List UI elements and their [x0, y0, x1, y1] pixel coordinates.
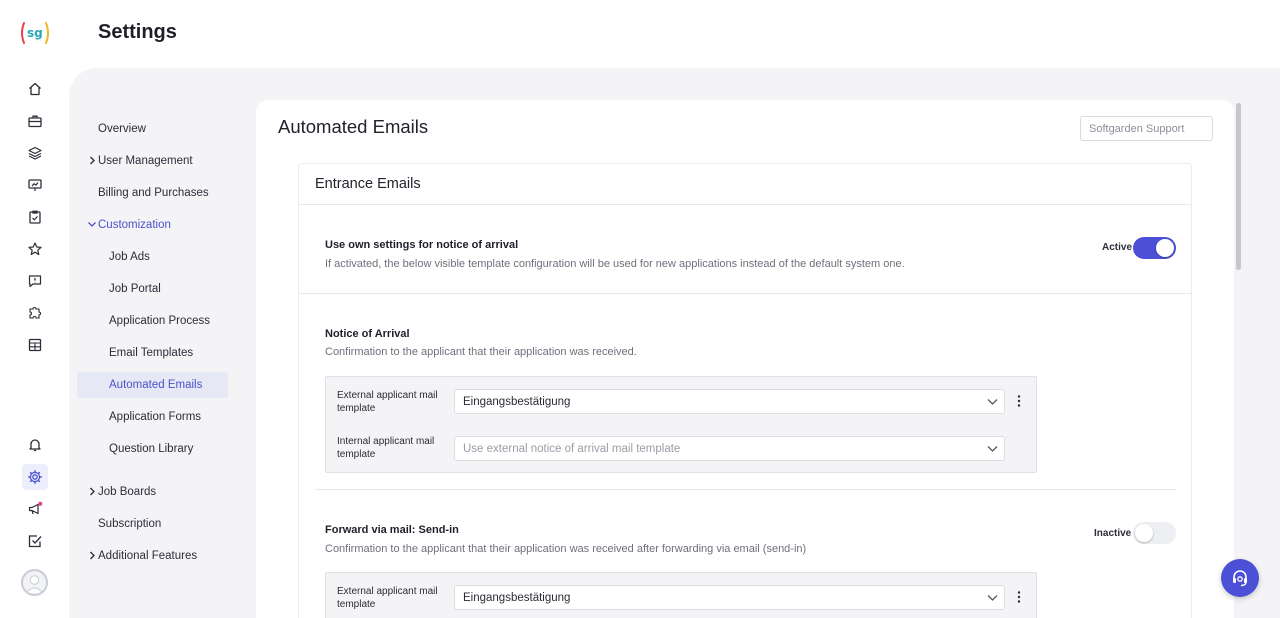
toggle-status-label: Inactive [1094, 528, 1132, 539]
nav-item-overview[interactable]: Overview [77, 116, 228, 142]
nav-item-label: Overview [98, 123, 146, 135]
nav-item-email-templates[interactable]: Email Templates [77, 340, 228, 366]
scrollbar-thumb[interactable] [1236, 103, 1241, 270]
forward-via-mail-description: Confirmation to the applicant that their… [325, 543, 807, 555]
more-options-icon[interactable] [1016, 394, 1022, 408]
softgarden-logo[interactable]: sg [19, 20, 51, 46]
calendar-grid-icon[interactable] [22, 332, 48, 358]
nav-item-application-process[interactable]: Application Process [77, 308, 228, 334]
star-icon[interactable] [22, 236, 48, 262]
nav-item-label: Job Boards [98, 486, 157, 498]
divider [315, 489, 1176, 490]
nav-item-label: Job Ads [109, 251, 150, 263]
avatar[interactable] [21, 569, 48, 596]
nav-item-label: Customization [98, 219, 171, 231]
nav-item-label: Subscription [98, 518, 162, 530]
layers-icon[interactable] [22, 140, 48, 166]
forward-via-mail-toggle[interactable] [1133, 522, 1176, 544]
checkbox-icon[interactable] [22, 528, 48, 554]
gear-icon[interactable] [22, 464, 48, 490]
forward-via-mail-templates: External applicant mail template Eingang… [325, 572, 1037, 618]
own-settings-toggle[interactable] [1133, 237, 1176, 259]
toggle-knob [1156, 239, 1174, 257]
nav-item-label: Additional Features [98, 550, 198, 562]
nav-item-label: Application Process [109, 315, 210, 327]
toggle-status-label: Active [1102, 242, 1133, 253]
bell-icon[interactable] [22, 432, 48, 458]
nav-item-automated-emails[interactable]: Automated Emails [77, 372, 228, 398]
chevron-down-icon [88, 222, 96, 227]
nav-item-label: Email Templates [109, 347, 194, 359]
nav-item-label: Question Library [109, 443, 194, 455]
nav-item-application-forms[interactable]: Application Forms [77, 404, 228, 430]
nav-item-label: Automated Emails [109, 379, 203, 391]
chevron-right-icon [90, 156, 95, 165]
internal-template-label: Internal applicant mail template [337, 436, 435, 460]
chevron-right-icon [90, 551, 95, 560]
own-settings-description: If activated, the below visible template… [325, 258, 905, 270]
presentation-icon[interactable] [22, 172, 48, 198]
divider [299, 204, 1191, 205]
nav-item-question-library[interactable]: Question Library [77, 436, 228, 462]
toggle-knob [1135, 524, 1153, 542]
nav-item-billing[interactable]: Billing and Purchases [77, 180, 228, 206]
icon-rail: sg [0, 0, 68, 618]
nav-item-label: Job Portal [109, 283, 161, 295]
puzzle-icon[interactable] [22, 300, 48, 326]
section-title: Entrance Emails [315, 176, 421, 192]
notice-of-arrival-description: Confirmation to the applicant that their… [325, 346, 637, 358]
select-value: Eingangsbestätigung [463, 395, 571, 408]
external-template-select[interactable]: Eingangsbestätigung [454, 585, 1005, 610]
card-title: Automated Emails [278, 116, 429, 137]
nav-item-job-boards[interactable]: Job Boards [77, 479, 228, 505]
support-field[interactable]: Softgarden Support [1080, 116, 1213, 141]
megaphone-icon[interactable] [22, 496, 48, 522]
internal-template-select[interactable]: Use external notice of arrival mail temp… [454, 436, 1005, 461]
nav-item-customization[interactable]: Customization [77, 212, 228, 238]
home-icon[interactable] [22, 76, 48, 102]
external-template-label: External applicant mail template [337, 586, 438, 610]
select-placeholder: Use external notice of arrival mail temp… [463, 442, 681, 455]
nav-item-job-ads[interactable]: Job Ads [77, 244, 228, 270]
notification-dot [38, 501, 43, 506]
notice-of-arrival-templates: External applicant mail template Eingang… [325, 376, 1037, 473]
chevron-right-icon [90, 487, 95, 496]
chevron-down-icon [987, 595, 998, 601]
page-title: Settings [98, 21, 177, 43]
forward-via-mail-title: Forward via mail: Send-in [325, 524, 459, 536]
nav-item-label: Billing and Purchases [98, 187, 209, 199]
headset-icon [1233, 570, 1247, 587]
entrance-emails-section: Entrance Emails Use own settings for not… [298, 163, 1192, 618]
nav-item-label: Application Forms [109, 411, 202, 423]
nav-item-subscription[interactable]: Subscription [77, 511, 228, 537]
nav-item-label: User Management [98, 155, 193, 167]
logo-text: sg [27, 26, 43, 40]
nav-item-additional-features[interactable]: Additional Features [77, 543, 228, 569]
support-chat-button[interactable] [1221, 559, 1259, 597]
external-template-select[interactable]: Eingangsbestätigung [454, 389, 1005, 414]
notice-of-arrival-title: Notice of Arrival [325, 328, 410, 340]
briefcase-icon[interactable] [22, 108, 48, 134]
nav-item-user-management[interactable]: User Management [77, 148, 228, 174]
clipboard-check-icon[interactable] [22, 204, 48, 230]
external-template-label: External applicant mail template [337, 390, 438, 414]
select-value: Eingangsbestätigung [463, 591, 571, 604]
divider [299, 293, 1191, 294]
message-alert-icon[interactable] [22, 268, 48, 294]
nav-item-job-portal[interactable]: Job Portal [77, 276, 228, 302]
chevron-down-icon [987, 399, 998, 405]
own-settings-title: Use own settings for notice of arrival [325, 239, 519, 251]
chevron-down-icon [987, 446, 998, 452]
more-options-icon[interactable] [1016, 590, 1022, 604]
